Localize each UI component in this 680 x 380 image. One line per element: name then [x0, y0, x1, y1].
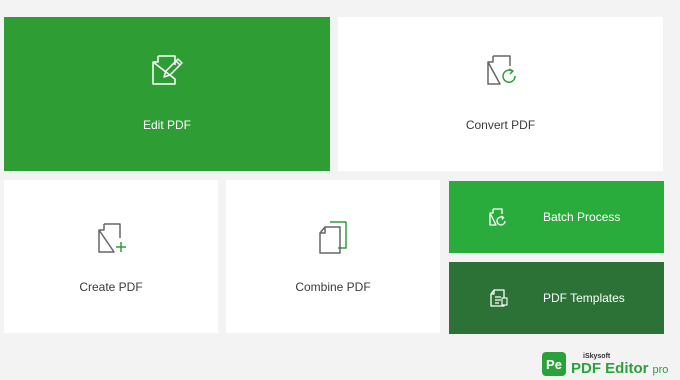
batch-process-icon — [489, 208, 506, 226]
convert-pdf-label: Convert PDF — [465, 118, 536, 132]
pdf-templates-label: PDF Templates — [543, 291, 625, 305]
brand-badge: Pe — [542, 352, 566, 376]
edit-pdf-tile[interactable]: Edit PDF — [4, 17, 330, 171]
brand-product-name: PDF Editor — [571, 359, 649, 377]
combine-pdf-label: Combine PDF — [295, 279, 371, 294]
template-icon — [490, 289, 508, 307]
edit-document-icon — [152, 55, 183, 85]
create-pdf-label: Create PDF — [79, 279, 143, 294]
convert-pdf-tile[interactable]: Convert PDF — [338, 17, 663, 171]
brand-maker: iSkysoft — [583, 352, 611, 360]
brand-edition: pro — [652, 363, 669, 376]
combine-documents-icon — [319, 220, 347, 254]
brand-logo: Pe iSkysoft PDF Editor pro — [542, 352, 668, 376]
batch-process-label: Batch Process — [543, 210, 621, 224]
batch-process-tile[interactable]: Batch Process — [449, 181, 664, 253]
create-document-icon — [98, 222, 126, 253]
convert-document-icon — [486, 55, 516, 85]
pdf-templates-tile[interactable]: PDF Templates — [449, 262, 664, 334]
combine-pdf-tile[interactable]: Combine PDF — [226, 180, 440, 333]
create-pdf-tile[interactable]: Create PDF — [4, 180, 218, 333]
edit-pdf-label: Edit PDF — [142, 118, 191, 132]
